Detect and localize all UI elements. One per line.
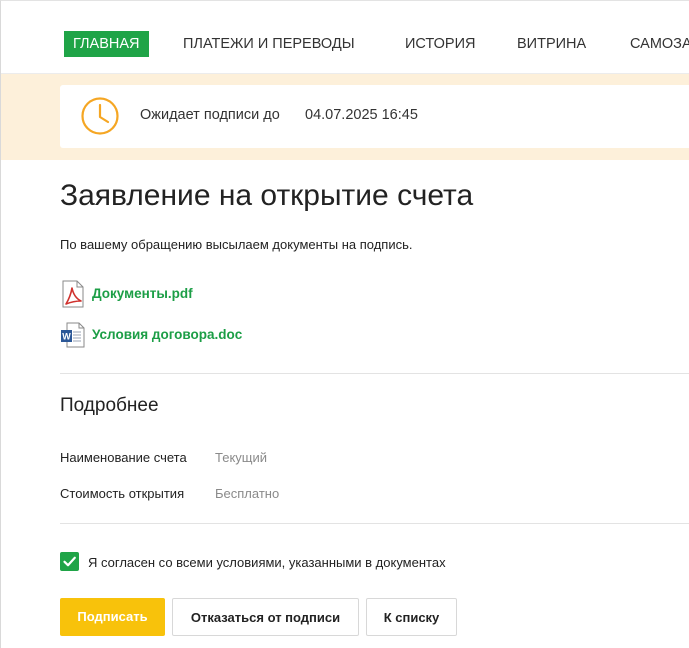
detail-value-opening-cost: Бесплатно: [215, 486, 280, 501]
agreement-checkbox[interactable]: [60, 552, 79, 571]
details-title: Подробнее: [60, 395, 159, 416]
svg-text:W: W: [62, 332, 71, 342]
nav-item-self-employed[interactable]: САМОЗА: [630, 31, 689, 57]
page-title: Заявление на открытие счета: [60, 179, 474, 212]
checkmark-icon: [63, 556, 76, 567]
nav-item-history[interactable]: ИСТОРИЯ: [405, 31, 475, 57]
pdf-file-icon: [62, 280, 84, 308]
status-deadline: 04.07.2025 16:45: [305, 107, 418, 123]
document-link-pdf[interactable]: Документы.pdf: [92, 286, 193, 301]
detail-label-account-name: Наименование счета: [60, 450, 187, 465]
intro-text: По вашему обращению высылаем документы н…: [60, 237, 413, 252]
sign-button[interactable]: Подписать: [60, 598, 165, 636]
top-navigation: ГЛАВНАЯ ПЛАТЕЖИ И ПЕРЕВОДЫ ИСТОРИЯ ВИТРИ…: [1, 1, 689, 74]
status-banner-card: Ожидает подписи до 04.07.2025 16:45: [60, 85, 689, 148]
status-label: Ожидает подписи до: [140, 107, 280, 123]
document-link-doc[interactable]: Условия договора.doc: [92, 327, 242, 342]
nav-item-showcase[interactable]: ВИТРИНА: [517, 31, 586, 57]
back-to-list-button[interactable]: К списку: [366, 598, 457, 636]
agreement-label[interactable]: Я согласен со всеми условиями, указанным…: [88, 555, 446, 570]
divider: [60, 373, 689, 374]
word-file-icon: W: [61, 322, 85, 348]
app-window: ГЛАВНАЯ ПЛАТЕЖИ И ПЕРЕВОДЫ ИСТОРИЯ ВИТРИ…: [0, 0, 689, 648]
nav-item-home[interactable]: ГЛАВНАЯ: [64, 31, 149, 57]
detail-label-opening-cost: Стоимость открытия: [60, 486, 185, 501]
decline-signature-button[interactable]: Отказаться от подписи: [172, 598, 359, 636]
divider: [60, 523, 689, 524]
nav-item-payments[interactable]: ПЛАТЕЖИ И ПЕРЕВОДЫ: [183, 31, 355, 57]
detail-value-account-name: Текущий: [215, 450, 267, 465]
clock-icon: [81, 97, 119, 135]
